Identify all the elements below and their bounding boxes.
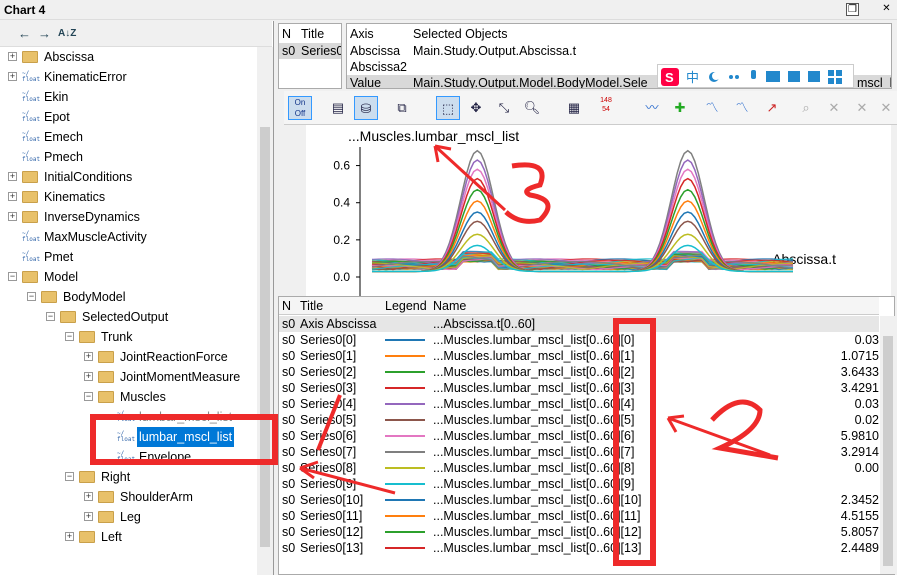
annotation-two-stroke — [710, 399, 779, 461]
annotation-one-stroke — [316, 394, 342, 451]
annotation-overlay — [299, 144, 779, 495]
annotation-three-stroke — [504, 162, 551, 224]
